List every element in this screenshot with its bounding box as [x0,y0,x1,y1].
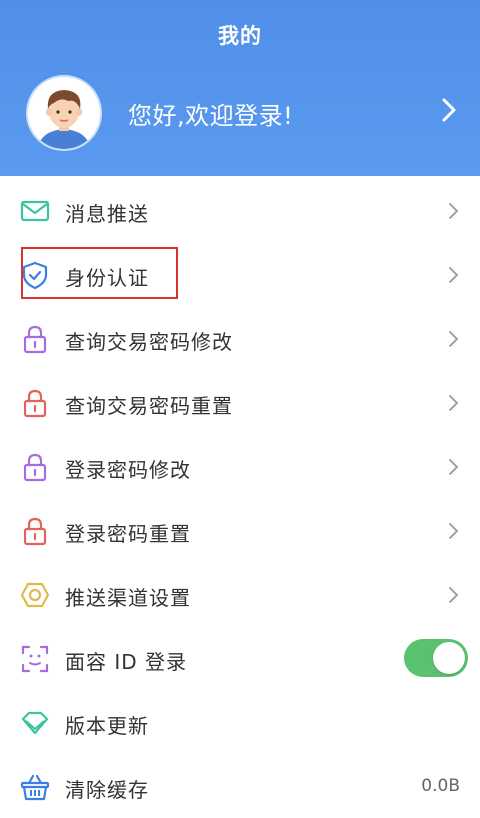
menu-item-message-push[interactable]: 消息推送 [0,178,480,242]
menu-item-version-update[interactable]: 版本更新 [0,690,480,754]
menu-item-label: 登录密码修改 [65,458,191,482]
face-id-icon [21,645,49,673]
lock-icon [23,453,47,482]
menu-item-label: 版本更新 [65,714,149,738]
menu-item-query-trade-password-change[interactable]: 查询交易密码修改 [0,306,480,370]
chevron-right-icon [449,395,459,411]
chevron-right-icon [449,459,459,475]
menu-item-face-id-login: 面容 ID 登录 [0,626,480,690]
menu-item-label: 查询交易密码重置 [65,394,233,418]
avatar[interactable] [28,77,100,149]
menu-item-clear-cache[interactable]: 清除缓存 0.0B [0,754,480,818]
login-greeting[interactable]: 您好,欢迎登录! [128,96,293,131]
menu-item-label: 推送渠道设置 [65,586,191,610]
profile-header: 我的 您好,欢迎登录! [0,0,480,176]
menu-item-label: 面容 ID 登录 [65,650,188,674]
menu-item-login-password-change[interactable]: 登录密码修改 [0,434,480,498]
cache-size: 0.0B [421,776,460,796]
chevron-right-icon [449,587,459,603]
menu-item-label: 查询交易密码修改 [65,330,233,354]
menu-item-label: 清除缓存 [65,778,149,802]
chevron-right-icon [449,267,459,283]
settings-menu: 消息推送 身份认证 查询交易密码修改 查询交易密码重置 登录密码修改 登录密码重… [0,176,480,816]
basket-icon [20,774,50,801]
face-id-toggle[interactable] [404,639,468,677]
menu-item-login-password-reset[interactable]: 登录密码重置 [0,498,480,562]
menu-item-label: 登录密码重置 [65,522,191,546]
menu-item-label: 身份认证 [65,266,149,290]
lock-icon [23,389,47,418]
envelope-icon [20,200,50,222]
menu-item-push-channel-settings[interactable]: 推送渠道设置 [0,562,480,626]
page-title: 我的 [218,24,262,48]
chevron-right-icon [449,523,459,539]
menu-item-query-trade-password-reset[interactable]: 查询交易密码重置 [0,370,480,434]
diamond-icon [21,711,49,735]
toggle-knob [433,642,465,674]
shield-check-icon [22,261,48,290]
menu-item-identity-verification[interactable]: 身份认证 [0,242,480,306]
lock-icon [23,517,47,546]
menu-item-label: 消息推送 [65,202,149,226]
avatar-image [28,77,100,149]
chevron-right-icon[interactable] [436,95,462,125]
lock-icon [23,325,47,354]
chevron-right-icon [449,331,459,347]
chevron-right-icon [449,203,459,219]
hexagon-icon [20,582,50,608]
